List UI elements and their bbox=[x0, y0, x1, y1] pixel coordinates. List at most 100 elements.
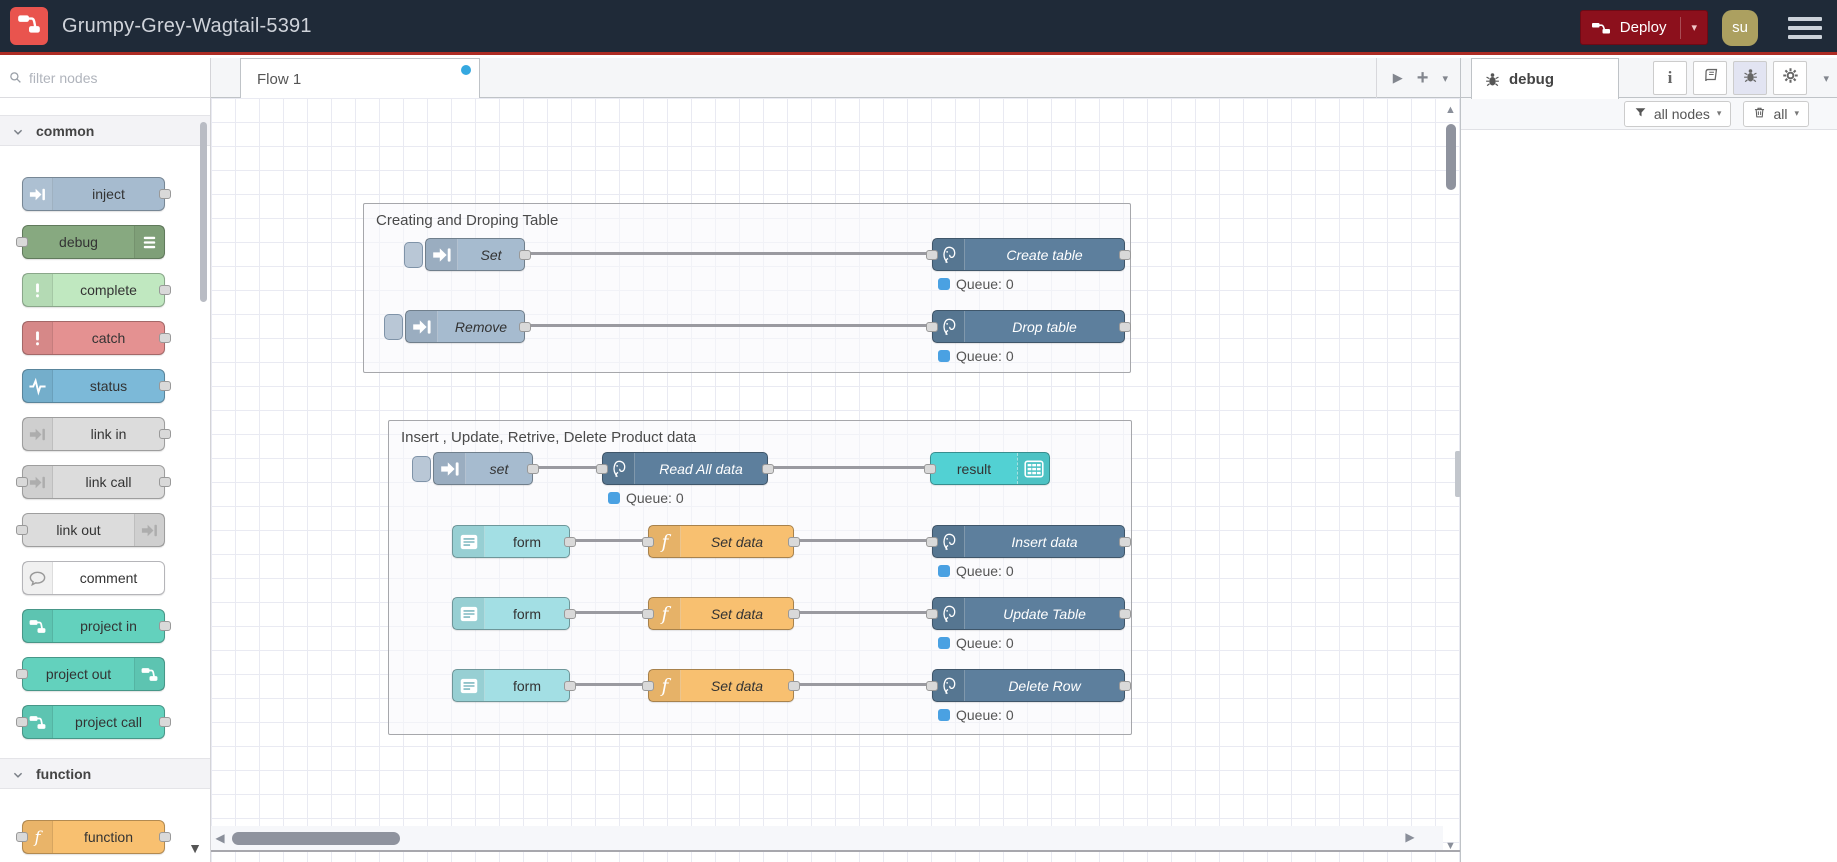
output-port[interactable] bbox=[1119, 609, 1131, 619]
debug-sidebar-button[interactable] bbox=[1733, 61, 1767, 95]
input-port[interactable] bbox=[596, 464, 608, 474]
palette-node-link-call[interactable]: link call bbox=[16, 465, 171, 499]
wire[interactable] bbox=[574, 611, 645, 614]
output-port[interactable] bbox=[527, 464, 539, 474]
input-port[interactable] bbox=[926, 250, 938, 260]
output-port[interactable] bbox=[1119, 250, 1131, 260]
scroll-left-icon[interactable]: ◀ bbox=[211, 831, 229, 845]
output-port[interactable] bbox=[564, 609, 576, 619]
input-port[interactable] bbox=[642, 609, 654, 619]
output-port[interactable] bbox=[1119, 681, 1131, 691]
palette-node-link-in[interactable]: link in bbox=[22, 417, 171, 451]
next-tab-button[interactable]: ▶ bbox=[1393, 70, 1403, 86]
input-port[interactable] bbox=[926, 681, 938, 691]
palette-search[interactable] bbox=[0, 58, 210, 98]
palette-node-project-out[interactable]: project out bbox=[16, 657, 165, 691]
inject-button[interactable] bbox=[412, 456, 431, 482]
flow-node-set-data[interactable]: f Set data bbox=[642, 597, 800, 630]
flow-node-result[interactable]: result bbox=[924, 452, 1050, 485]
sidebar-options-caret-icon[interactable]: ▾ bbox=[1823, 72, 1829, 85]
palette-scrollbar[interactable] bbox=[200, 122, 207, 302]
palette-node-catch[interactable]: catch bbox=[22, 321, 171, 355]
flow-node-update-table[interactable]: Update Table bbox=[926, 597, 1131, 630]
output-port[interactable] bbox=[1119, 322, 1131, 332]
palette-node-project-call[interactable]: project call bbox=[16, 705, 171, 739]
flow-canvas[interactable]: ◀ ▶ ▲ ▼ Creating and Droping Table Insert… bbox=[211, 98, 1460, 862]
scroll-down-icon[interactable]: ▼ bbox=[1445, 840, 1456, 852]
palette-node-project-in[interactable]: project in bbox=[22, 609, 171, 643]
flow-list-caret-icon[interactable]: ▾ bbox=[1442, 72, 1448, 85]
output-port[interactable] bbox=[788, 681, 800, 691]
deploy-options-caret-icon[interactable]: ▾ bbox=[1691, 21, 1697, 34]
category-function[interactable]: function bbox=[0, 758, 210, 789]
tab-debug[interactable]: debug bbox=[1471, 58, 1619, 99]
flow-node-set[interactable]: set bbox=[412, 452, 539, 485]
wire[interactable] bbox=[798, 539, 929, 542]
add-flow-button[interactable]: + bbox=[1417, 67, 1429, 90]
wire[interactable] bbox=[772, 466, 926, 469]
filter-nodes-input[interactable] bbox=[29, 69, 179, 86]
output-port[interactable] bbox=[788, 609, 800, 619]
palette-node-inject[interactable]: inject bbox=[22, 177, 171, 211]
input-port[interactable] bbox=[924, 464, 936, 474]
output-port[interactable] bbox=[564, 681, 576, 691]
deploy-button[interactable]: Deploy ▾ bbox=[1579, 10, 1708, 45]
flow-node-form[interactable]: form bbox=[452, 669, 576, 702]
palette-node-status[interactable]: status bbox=[22, 369, 171, 403]
scroll-up-icon[interactable]: ▲ bbox=[1445, 104, 1456, 116]
output-port[interactable] bbox=[1119, 537, 1131, 547]
wire[interactable] bbox=[798, 683, 929, 686]
palette-node-complete[interactable]: complete bbox=[22, 273, 171, 307]
flow-node-create-table[interactable]: Create table bbox=[926, 238, 1131, 271]
flow-node-form[interactable]: form bbox=[452, 597, 576, 630]
wire[interactable] bbox=[529, 324, 929, 327]
flow-node-set-data[interactable]: f Set data bbox=[642, 525, 800, 558]
inject-button[interactable] bbox=[384, 314, 403, 340]
scroll-right-icon[interactable]: ▶ bbox=[1401, 830, 1419, 844]
flow-node-set-data[interactable]: f Set data bbox=[642, 669, 800, 702]
palette-body: common inject debug complete catch status link… bbox=[0, 98, 210, 862]
wire[interactable] bbox=[529, 252, 929, 255]
output-port[interactable] bbox=[788, 537, 800, 547]
wire[interactable] bbox=[798, 611, 929, 614]
palette-node-function[interactable]: f function bbox=[16, 820, 171, 854]
input-port[interactable] bbox=[642, 681, 654, 691]
canvas-horizontal-scrollbar[interactable]: ◀ ▶ bbox=[211, 826, 1443, 850]
flow-node-drop-table[interactable]: Drop table bbox=[926, 310, 1131, 343]
wire[interactable] bbox=[537, 466, 599, 469]
category-common[interactable]: common bbox=[0, 115, 210, 146]
flow-node-remove[interactable]: Remove bbox=[384, 310, 531, 343]
info-sidebar-button[interactable]: i bbox=[1653, 61, 1687, 95]
input-port[interactable] bbox=[926, 322, 938, 332]
input-port[interactable] bbox=[926, 537, 938, 547]
config-sidebar-button[interactable] bbox=[1773, 61, 1807, 95]
debug-messages-panel[interactable] bbox=[1461, 131, 1837, 862]
palette-node-debug[interactable]: debug bbox=[16, 225, 165, 259]
output-port[interactable] bbox=[519, 322, 531, 332]
palette-scroll-down-icon[interactable]: ▼ bbox=[188, 840, 202, 856]
output-port[interactable] bbox=[519, 250, 531, 260]
horizontal-scroll-thumb[interactable] bbox=[232, 832, 400, 845]
help-sidebar-button[interactable] bbox=[1693, 61, 1727, 95]
input-port[interactable] bbox=[926, 609, 938, 619]
vertical-scroll-thumb[interactable] bbox=[1446, 124, 1456, 190]
flow-node-read-all-data[interactable]: Read All data bbox=[596, 452, 774, 485]
flow-node-set[interactable]: Set bbox=[404, 238, 531, 271]
flow-node-form[interactable]: form bbox=[452, 525, 576, 558]
tab-flow-1[interactable]: Flow 1 bbox=[240, 58, 480, 99]
wire[interactable] bbox=[574, 683, 645, 686]
flow-group-creating-and-droping-table[interactable]: Creating and Droping Table bbox=[363, 203, 1131, 373]
debug-clear-button[interactable]: all ▾ bbox=[1743, 100, 1809, 127]
input-port[interactable] bbox=[642, 537, 654, 547]
debug-filter-button[interactable]: all nodes ▾ bbox=[1623, 100, 1732, 127]
inject-button[interactable] bbox=[404, 242, 423, 268]
wire[interactable] bbox=[574, 539, 645, 542]
output-port[interactable] bbox=[762, 464, 774, 474]
output-port[interactable] bbox=[564, 537, 576, 547]
user-avatar[interactable]: su bbox=[1722, 9, 1758, 46]
flow-node-delete-row[interactable]: Delete Row bbox=[926, 669, 1131, 702]
palette-node-comment[interactable]: comment bbox=[22, 561, 165, 595]
main-menu-button[interactable] bbox=[1788, 16, 1822, 39]
palette-node-link-out[interactable]: link out bbox=[16, 513, 165, 547]
flow-node-insert-data[interactable]: Insert data bbox=[926, 525, 1131, 558]
